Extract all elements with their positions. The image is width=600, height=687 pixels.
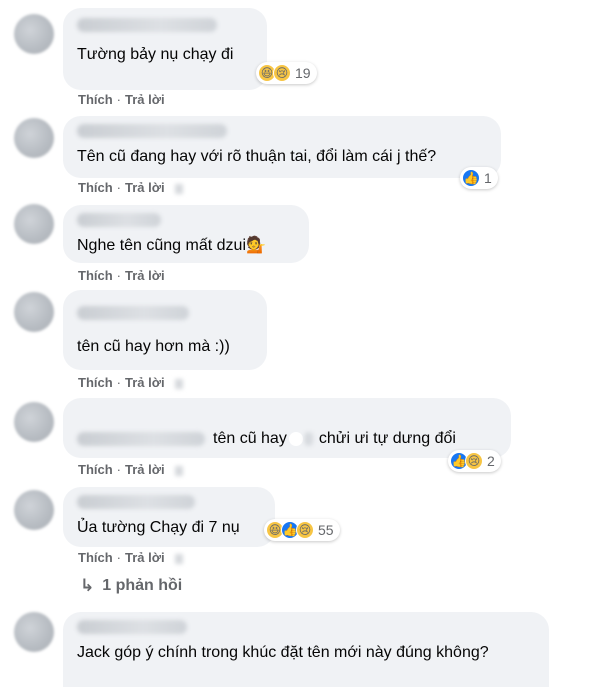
author-name-blurred[interactable] [77, 124, 227, 138]
author-name-blurred[interactable] [77, 306, 189, 320]
like-button[interactable]: Thích [78, 462, 113, 477]
comment-text: Nghe tên cũng mất dzui💁 [77, 237, 266, 254]
comment-actions: Thích · Trả lời [78, 462, 183, 477]
avatar[interactable] [14, 612, 54, 652]
reply-button[interactable]: Trả lời [125, 268, 165, 283]
blurred-mark [174, 378, 183, 389]
sad-icon: 😢 [465, 452, 483, 470]
author-name-blurred[interactable] [77, 18, 217, 32]
replies-count-label: 1 phản hồi [102, 577, 183, 594]
redacted-word [288, 431, 303, 446]
reaction-count: 19 [295, 65, 311, 81]
comment-text: Jack góp ý chính trong khúc đặt tên mới … [77, 644, 489, 661]
avatar[interactable] [14, 490, 54, 530]
view-replies-link[interactable]: ↳ 1 phản hồi [80, 576, 182, 596]
person-tipping-hand-icon: 💁 [246, 237, 266, 254]
author-name-blurred[interactable] [77, 620, 187, 634]
reaction-count: 55 [318, 522, 334, 538]
comment-text: Tên cũ đang hay với rõ thuận tai, đổi là… [77, 148, 437, 165]
comment-text: Tường bảy nụ chạy đi [77, 46, 234, 63]
reaction-count: 1 [484, 170, 492, 186]
comment-bubble: tên cũ hay chửi ưi tự dưng đổi [63, 398, 511, 458]
comment-bubble: Tường bảy nụ chạy đi [63, 8, 267, 90]
comment-bubble: Jack góp ý chính trong khúc đặt tên mới … [63, 612, 549, 687]
separator-dot: · [116, 180, 122, 195]
avatar[interactable] [14, 204, 54, 244]
like-icon: 👍 [462, 169, 480, 187]
reaction-summary[interactable]: 👍 1 [460, 167, 498, 189]
avatar[interactable] [14, 14, 54, 54]
author-name-blurred[interactable] [77, 213, 161, 227]
avatar[interactable] [14, 402, 54, 442]
reply-arrow-icon: ↳ [80, 576, 95, 595]
redacted-text [77, 431, 205, 446]
reply-button[interactable]: Trả lời [125, 550, 165, 565]
like-button[interactable]: Thích [78, 92, 113, 107]
comment-bubble: tên cũ hay hơn mà :)) [63, 290, 267, 370]
comment-bubble: Nghe tên cũng mất dzui💁 [63, 205, 309, 263]
comment-actions: Thích · Trả lời [78, 268, 165, 283]
separator-dot: · [116, 462, 122, 477]
author-name-blurred[interactable] [77, 495, 195, 509]
blurred-mark [174, 465, 183, 476]
comment-actions: Thích · Trả lời [78, 375, 183, 390]
like-button[interactable]: Thích [78, 550, 113, 565]
avatar[interactable] [14, 118, 54, 158]
reaction-summary[interactable]: 😆 👍 😢 55 [264, 519, 340, 541]
like-button[interactable]: Thích [78, 375, 113, 390]
like-button[interactable]: Thích [78, 180, 113, 195]
comment-actions: Thích · Trả lời [78, 92, 165, 107]
comment-text: tên cũ hay hơn mà :)) [77, 338, 230, 355]
like-button[interactable]: Thích [78, 268, 113, 283]
reaction-summary[interactable]: 😆 😢 19 [256, 62, 317, 84]
reply-button[interactable]: Trả lời [125, 180, 165, 195]
sad-icon: 😢 [273, 64, 291, 82]
comment-text: tên cũ hay chửi ưi tự dưng đổi [77, 428, 497, 450]
blurred-mark [174, 183, 183, 194]
comment-actions: Thích · Trả lời [78, 550, 183, 565]
separator-dot: · [116, 550, 122, 565]
reaction-count: 2 [487, 453, 495, 469]
blurred-mark [174, 553, 183, 564]
redacted-text [304, 431, 313, 446]
separator-dot: · [116, 375, 122, 390]
comment-text: Ủa tường Chạy đi 7 nụ [77, 519, 240, 536]
sad-icon: 😢 [296, 521, 314, 539]
reply-button[interactable]: Trả lời [125, 375, 165, 390]
avatar[interactable] [14, 292, 54, 332]
separator-dot: · [116, 92, 122, 107]
comment-bubble: Tên cũ đang hay với rõ thuận tai, đổi là… [63, 116, 501, 178]
separator-dot: · [116, 268, 122, 283]
reply-button[interactable]: Trả lời [125, 92, 165, 107]
reaction-summary[interactable]: 👍 😢 2 [448, 450, 501, 472]
comment-actions: Thích · Trả lời [78, 180, 183, 195]
comment-bubble: Ủa tường Chạy đi 7 nụ [63, 487, 275, 547]
reply-button[interactable]: Trả lời [125, 462, 165, 477]
